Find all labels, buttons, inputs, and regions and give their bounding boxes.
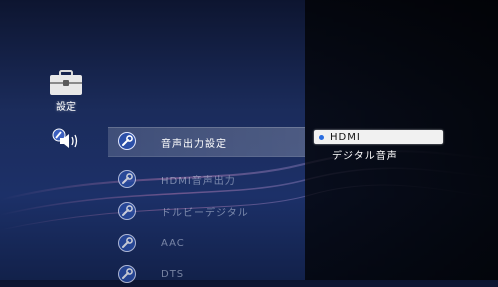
item-label: HDMI音声出力 [161,175,236,187]
option-digital-audio[interactable]: デジタル音声 [314,147,443,162]
item-dts[interactable]: DTS [108,261,305,287]
radio-selected-icon [319,134,324,140]
item-aac[interactable]: AAC [108,230,305,256]
option-label: HDMI [330,131,361,143]
category-settings-label: 設定 [56,102,76,113]
wrench-icon [118,170,136,188]
item-label: ドルビーデジタル [161,207,249,219]
item-label: 音声出力設定 [161,138,227,150]
toolbox-icon [49,70,83,96]
wrench-icon [118,234,136,252]
option-label: デジタル音声 [332,150,398,162]
item-label: AAC [161,237,185,249]
wrench-icon [118,265,136,283]
item-dolby-digital[interactable]: ドルビーデジタル [108,198,305,224]
category-settings[interactable]: 設定 [40,70,92,113]
wrench-icon [118,132,136,150]
category-sound[interactable] [40,128,92,154]
wrench-icon [118,202,136,220]
item-hdmi-audio-output[interactable]: HDMI音声出力 [108,166,305,192]
item-label: DTS [161,268,185,280]
option-hdmi[interactable]: HDMI [314,130,443,144]
item-audio-output-settings[interactable]: 音声出力設定 [108,127,305,157]
sound-settings-icon [52,128,78,148]
